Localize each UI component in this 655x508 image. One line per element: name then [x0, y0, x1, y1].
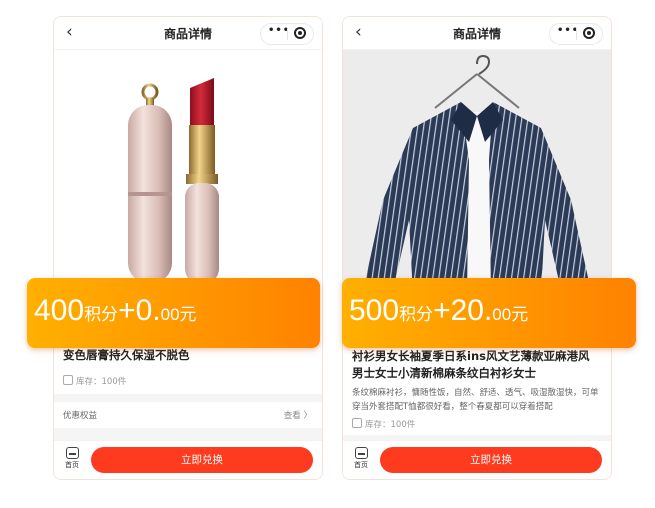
home-label: 首页	[354, 461, 368, 469]
capsule-divider	[287, 28, 288, 40]
box-icon	[352, 418, 362, 428]
mini-program-capsule: •••	[260, 23, 314, 45]
product-image-lipstick	[54, 50, 322, 295]
home-icon	[65, 447, 79, 459]
price-banner: 400积分+0.00元	[27, 278, 320, 348]
mini-program-capsule: •••	[549, 23, 603, 45]
home-label: 首页	[65, 461, 79, 469]
redeem-button[interactable]: 立即兑换	[91, 447, 313, 473]
home-tab[interactable]: 首页	[63, 447, 81, 470]
home-icon	[354, 447, 368, 459]
stock-info: 库存：100件	[352, 418, 415, 430]
bottom-bar: 首页 立即兑换	[343, 440, 611, 479]
home-tab[interactable]: 首页	[352, 447, 370, 470]
close-target-icon[interactable]	[583, 27, 595, 39]
screen-lipstick: ‹ 商品详情 ••• 变色唇膏持久保湿不脱色 库存：100件 优惠权益 查看 〉…	[53, 16, 323, 480]
nav-bar: ‹ 商品详情 •••	[343, 17, 611, 50]
redeem-button[interactable]: 立即兑换	[380, 447, 602, 473]
capsule-divider	[576, 28, 577, 40]
price-text: 400积分+0.00元	[34, 294, 197, 327]
benefit-row[interactable]: 优惠权益 查看 〉	[54, 402, 322, 428]
benefit-label: 优惠权益	[63, 411, 98, 421]
bottom-bar: 首页 立即兑换	[54, 440, 322, 479]
price-banner: 500积分+20.00元	[342, 278, 636, 348]
price-text: 500积分+20.00元	[349, 294, 529, 327]
product-image-shirt	[343, 50, 611, 295]
stock-info: 库存：100件	[63, 375, 126, 387]
product-description: 条纹棉麻衬衫，慵随性饭，自然、舒适、透气、吸湿散湿快，可单穿当外套搭配T恤都很好…	[352, 388, 599, 412]
product-name: 变色唇膏持久保湿不脱色	[63, 348, 190, 362]
benefit-view-link[interactable]: 查看 〉	[284, 409, 312, 421]
nav-bar: ‹ 商品详情 •••	[54, 17, 322, 50]
close-target-icon[interactable]	[294, 27, 306, 39]
product-name: 衬衫男女长袖夏季日系ins风文艺薄款亚麻港风男士女士小清新棉麻条纹白衬衫女士	[352, 349, 590, 380]
section-gap	[54, 394, 322, 402]
box-icon	[63, 375, 73, 385]
screen-shirt: ‹ 商品详情 ••• 衬衫男女长袖夏季日系ins风文艺薄款亚麻港风男士女士小清新…	[342, 16, 612, 480]
